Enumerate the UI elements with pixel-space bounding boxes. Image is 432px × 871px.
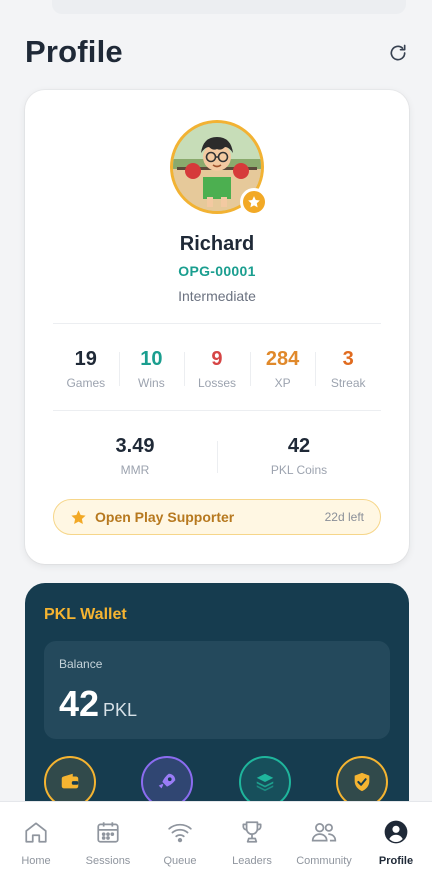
wallet-card: PKL Wallet Balance 42 PKL [25,583,409,823]
rocket-icon [158,773,176,789]
stat-value: 3.49 [115,435,155,457]
star-icon [248,196,260,208]
stat-label: Losses [197,376,236,390]
profile-card: Richard OPG-00001 Intermediate 19 Games … [25,90,409,564]
stat-pkl-coins: 42 PKL Coins [217,433,381,483]
supporter-time-left: 22d left [324,510,364,524]
divider [53,323,381,324]
avatar-container[interactable] [170,120,268,216]
balance-value: 42 PKL [59,683,137,725]
nav-label: Queue [163,855,197,867]
previous-card-edge [52,0,406,14]
nav-label: Community [296,855,352,867]
wallet-title: PKL Wallet [44,606,127,623]
supporter-badge[interactable]: Open Play Supporter 22d left [53,499,381,535]
stat-label: Wins [138,376,165,390]
user-circle-icon [384,820,408,844]
nav-item-queue[interactable]: Queue [144,802,216,871]
nav-label: Sessions [85,855,131,867]
stat-value: 9 [211,348,223,370]
shield-check-icon [354,772,370,792]
users-icon [311,823,337,842]
star-icon [71,509,86,524]
stats-row: 19 Games 10 Wins 9 Losses 284 XP 3 Strea… [53,346,381,396]
nav-item-sessions[interactable]: Sessions [72,802,144,871]
calendar-icon [97,822,119,843]
stat-value: 42 [287,435,311,457]
stat-wins: 10 Wins [118,346,185,396]
secondary-stats-row: 3.49 MMR 42 PKL Coins [53,433,381,483]
stat-value: 19 [74,348,97,370]
stat-label: XP [274,376,291,390]
balance-amount: 42 [59,683,100,724]
wallet-icon [61,773,79,789]
wifi-icon [168,823,192,843]
layers-icon [256,773,274,792]
page-title: Profile [25,34,123,69]
stat-label: Streak [330,376,366,390]
balance-unit: PKL [103,700,138,720]
page-header: Profile [0,30,432,80]
balance-box: Balance 42 PKL [44,641,390,739]
nav-item-leaders[interactable]: Leaders [216,802,288,871]
stat-mmr: 3.49 MMR [53,433,217,483]
balance-label: Balance [59,657,103,671]
nav-item-home[interactable]: Home [0,802,72,871]
nav-label: Leaders [232,855,272,867]
skill-level: Intermediate [178,288,256,304]
stat-games: 19 Games [53,346,119,396]
nav-label: Profile [378,855,414,867]
stat-value: 284 [265,348,300,370]
bottom-nav: Home Sessions Queue Leaders Community Pr… [0,801,432,871]
divider [53,410,381,411]
refresh-button[interactable] [386,41,410,65]
player-id: OPG-00001 [178,263,256,279]
stat-xp: 284 XP [249,346,316,396]
stat-streak: 3 Streak [315,346,381,396]
home-icon [25,822,47,843]
stat-losses: 9 Losses [184,346,250,396]
nav-label: Home [21,855,51,867]
nav-item-profile[interactable]: Profile [360,802,432,871]
user-name: Richard [179,233,255,255]
stat-label: PKL Coins [270,463,328,477]
stat-value: 3 [342,348,354,370]
stat-label: Games [66,376,106,390]
supporter-label: Open Play Supporter [95,509,235,525]
trophy-icon [242,821,262,843]
avatar-badge [240,188,268,216]
nav-item-community[interactable]: Community [288,802,360,871]
stat-label: MMR [120,463,150,477]
refresh-icon [390,44,406,61]
stat-value: 10 [140,348,163,370]
